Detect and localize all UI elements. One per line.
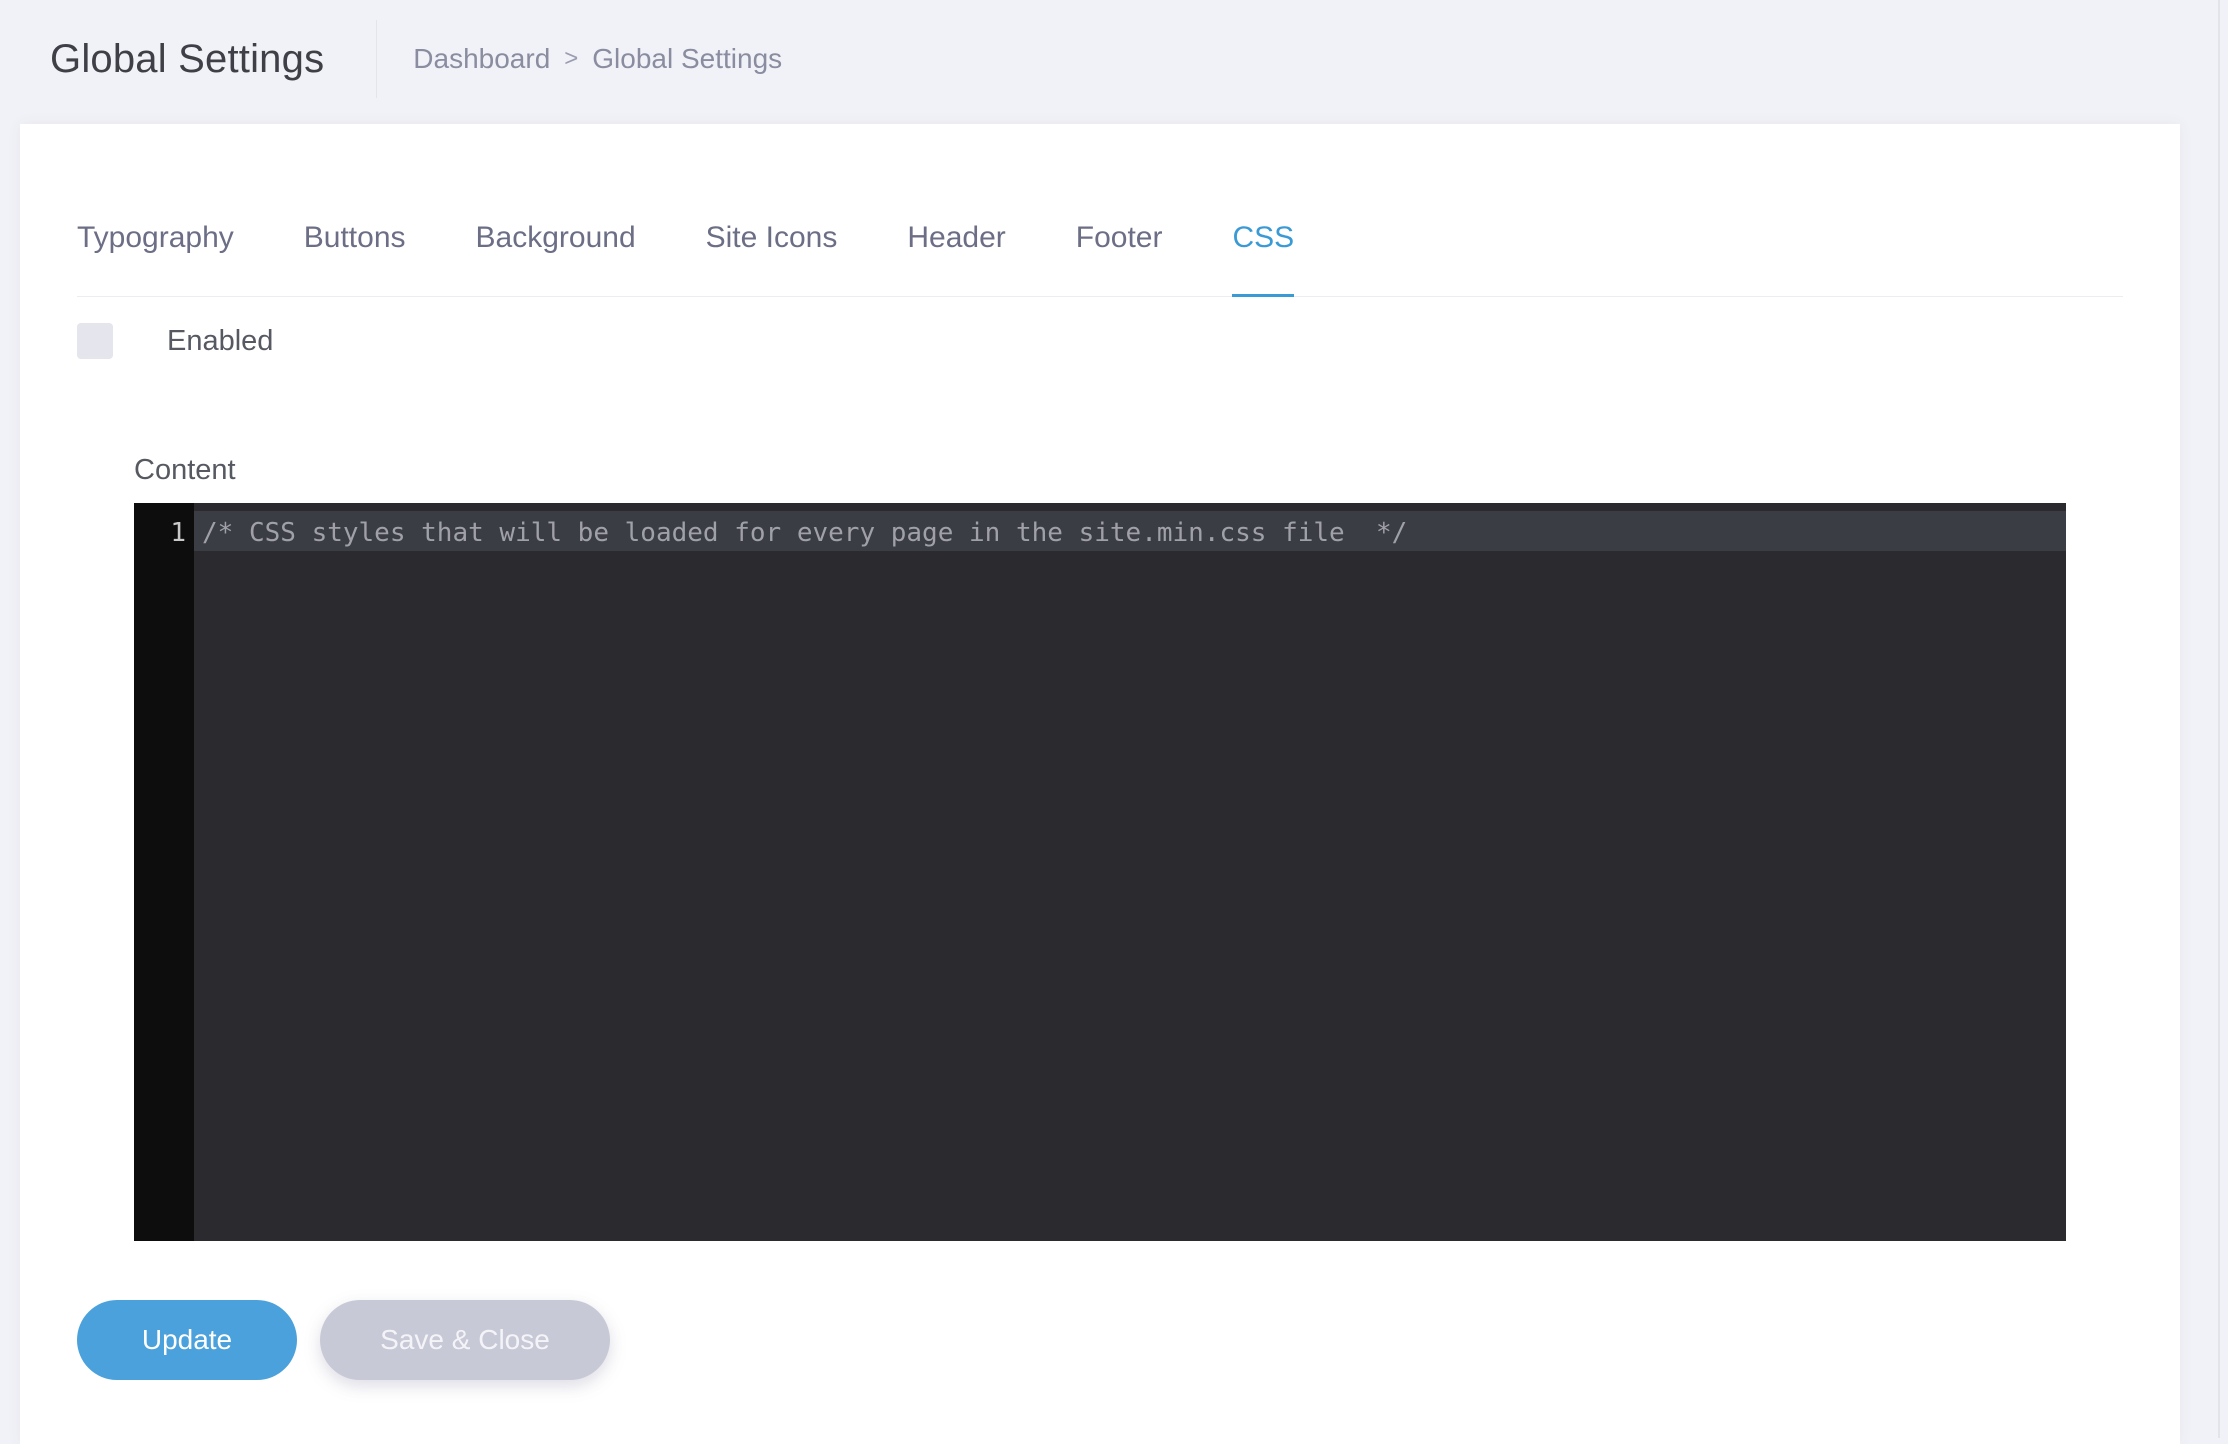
css-code-editor[interactable]: 1 /* CSS styles that will be loaded for … bbox=[134, 503, 2066, 1241]
page-scrollbar[interactable] bbox=[2212, 0, 2228, 1438]
tab-site-icons[interactable]: Site Icons bbox=[706, 200, 838, 296]
title-divider bbox=[376, 20, 378, 98]
code-line[interactable]: /* CSS styles that will be loaded for ev… bbox=[202, 513, 1407, 553]
save-close-button[interactable]: Save & Close bbox=[320, 1300, 610, 1380]
breadcrumb-dashboard[interactable]: Dashboard bbox=[413, 43, 550, 75]
chevron-right-icon: > bbox=[564, 45, 579, 72]
tab-typography[interactable]: Typography bbox=[77, 200, 234, 296]
tab-header[interactable]: Header bbox=[907, 200, 1005, 296]
content-label: Content bbox=[134, 454, 236, 486]
tab-footer[interactable]: Footer bbox=[1076, 200, 1163, 296]
subheader: Global Settings Dashboard > Global Setti… bbox=[0, 0, 2200, 118]
tab-buttons[interactable]: Buttons bbox=[304, 200, 406, 296]
enabled-checkbox[interactable] bbox=[77, 323, 113, 359]
tab-background[interactable]: Background bbox=[476, 200, 636, 296]
scrollbar-edge bbox=[2218, 0, 2220, 1438]
breadcrumb: Dashboard > Global Settings bbox=[413, 43, 782, 75]
page-title: Global Settings bbox=[50, 36, 325, 81]
editor-gutter: 1 bbox=[134, 503, 194, 1241]
update-button[interactable]: Update bbox=[77, 1300, 297, 1380]
settings-tabs: Typography Buttons Background Site Icons… bbox=[77, 200, 2123, 297]
line-number: 1 bbox=[170, 518, 186, 548]
tab-css[interactable]: CSS bbox=[1232, 200, 1294, 297]
settings-card: Typography Buttons Background Site Icons… bbox=[20, 124, 2180, 1444]
breadcrumb-global-settings[interactable]: Global Settings bbox=[592, 43, 782, 75]
enabled-label[interactable]: Enabled bbox=[167, 325, 273, 358]
enabled-row: Enabled bbox=[77, 314, 273, 368]
